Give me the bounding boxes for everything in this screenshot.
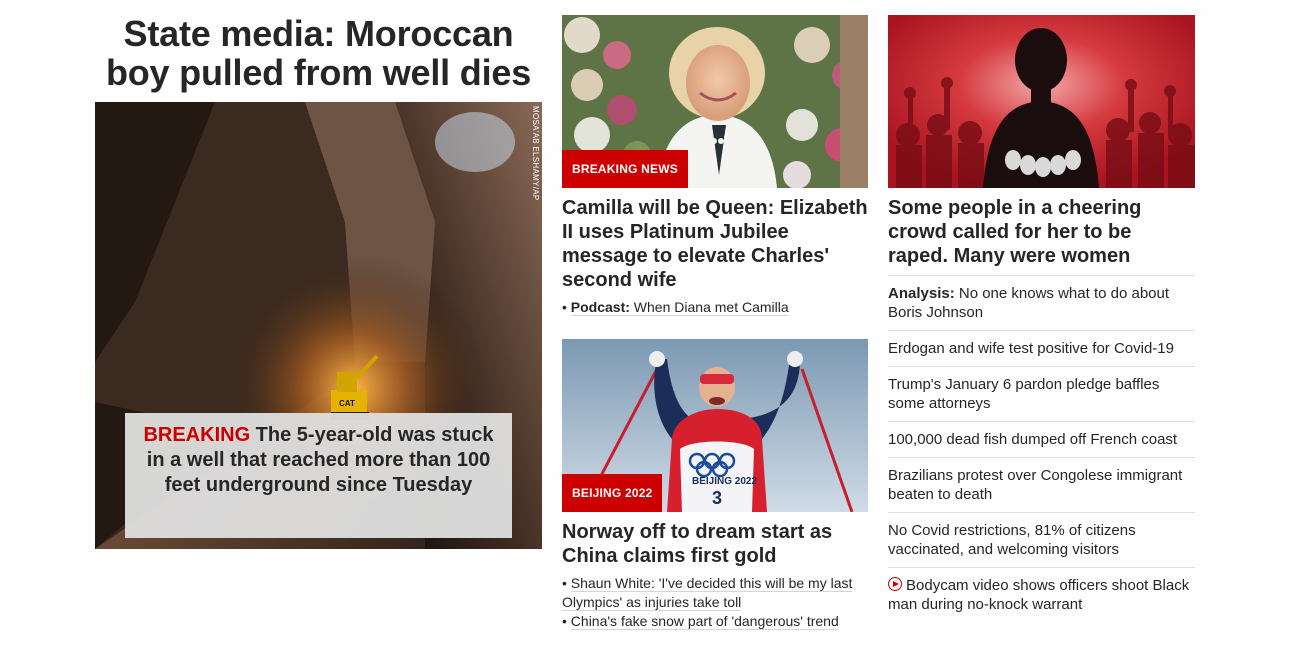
crowd-illustration [888,15,1195,188]
list-item-text: 100,000 dead fish dumped off French coas… [888,431,1178,448]
photo-credit: MOSA'AB ELSHAMY/AP [531,106,540,201]
list-item[interactable]: 100,000 dead fish dumped off French coas… [888,421,1195,457]
list-item[interactable]: Trump's January 6 pardon pledge baffles … [888,366,1195,421]
list-item[interactable]: Analysis: No one knows what to do about … [888,275,1195,330]
list-item-text: Erdogan and wife test positive for Covid… [888,340,1174,357]
right-column: Some people in a cheering crowd called f… [888,15,1195,622]
norway-headline[interactable]: Norway off to dream start as China claim… [562,520,868,568]
camilla-image[interactable]: BREAKING NEWS [562,15,868,188]
list-item[interactable]: Brazilians protest over Congolese immigr… [888,457,1195,512]
breaking-label: BREAKING [143,424,251,446]
list-item-text: Brazilians protest over Congolese immigr… [888,467,1183,503]
lead-story: State media: Moroccan boy pulled from we… [95,14,542,549]
svg-text:3: 3 [712,488,722,508]
breaking-news-badge[interactable]: BREAKING NEWS [562,150,688,188]
sub-link-text: China's fake snow part of 'dangerous' tr… [570,613,839,630]
beijing-2022-badge[interactable]: BEIJING 2022 [562,474,663,512]
camilla-sub-links: • Podcast: When Diana met Camilla [562,298,868,317]
sub-link-item[interactable]: • Shaun White: 'I've decided this will b… [562,574,868,612]
list-item-text: No Covid restrictions, 81% of citizens v… [888,522,1136,558]
podcast-label: Podcast: [570,299,630,315]
list-item[interactable]: Erdogan and wife test positive for Covid… [888,330,1195,366]
sub-link-text: Shaun White: 'I've decided this will be … [562,575,853,611]
crowd-headline[interactable]: Some people in a cheering crowd called f… [888,196,1195,268]
headline-list: Analysis: No one knows what to do about … [888,275,1195,622]
lead-image[interactable]: CAT MOSA'AB ELSHAMY/AP BREAKING The 5-ye… [95,102,542,549]
lead-caption[interactable]: BREAKING The 5-year-old was stuck in a w… [125,413,512,538]
podcast-link-text: When Diana met Camilla [629,299,789,315]
middle-column: BREAKING NEWS Camilla will be Queen: Eli… [562,15,868,631]
lead-headline[interactable]: State media: Moroccan boy pulled from we… [95,14,542,92]
play-icon [888,577,902,591]
svg-text:BEIJING 2022: BEIJING 2022 [692,476,757,487]
svg-text:CAT: CAT [339,399,355,408]
list-item-text: Trump's January 6 pardon pledge baffles … [888,376,1160,412]
norway-sub-links: • Shaun White: 'I've decided this will b… [562,574,868,631]
list-item-text: Bodycam video shows officers shoot Black… [888,577,1190,613]
list-item[interactable]: Bodycam video shows officers shoot Black… [888,567,1195,622]
list-item[interactable]: No Covid restrictions, 81% of citizens v… [888,512,1195,567]
camilla-story: BREAKING NEWS Camilla will be Queen: Eli… [562,15,868,317]
norway-image[interactable]: BEIJING 2022 3 BEIJING 2022 [562,339,868,512]
norway-story: BEIJING 2022 3 BEIJING 2022 Norway off t… [562,339,868,631]
sub-link-item[interactable]: • China's fake snow part of 'dangerous' … [562,612,868,631]
podcast-link[interactable]: • Podcast: When Diana met Camilla [562,298,868,317]
analysis-label: Analysis: [888,285,955,302]
crowd-image[interactable] [888,15,1195,188]
camilla-headline[interactable]: Camilla will be Queen: Elizabeth II uses… [562,196,868,292]
